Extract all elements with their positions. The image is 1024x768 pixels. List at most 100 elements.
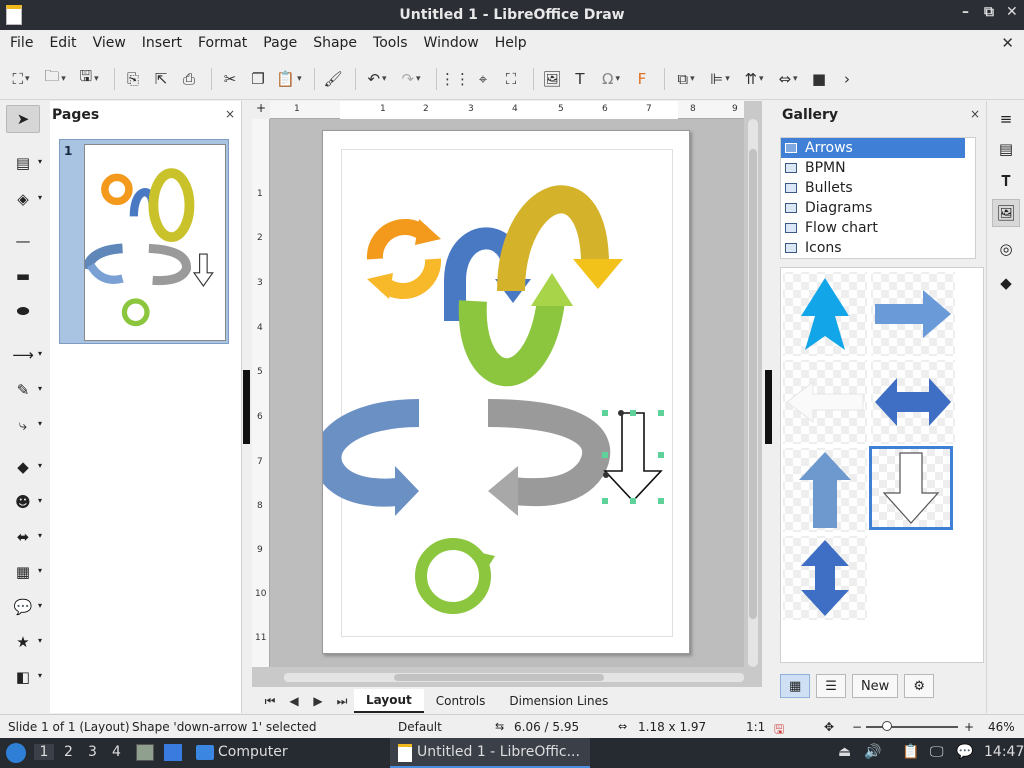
toolbar-overflow-icon[interactable]: ›	[835, 67, 859, 91]
insert-textbox-icon[interactable]: T	[568, 67, 592, 91]
menu-file[interactable]: File	[2, 35, 41, 51]
start-menu-icon[interactable]	[6, 743, 26, 763]
tab-layout[interactable]: Layout	[354, 689, 424, 713]
line-arrow-tool-icon[interactable]: ⟶ ▾	[6, 341, 42, 369]
connector-tool-icon[interactable]: ⤷ ▾	[6, 411, 42, 439]
notification-icon[interactable]: 💬	[956, 744, 973, 760]
gallery-more-button[interactable]: ⚙	[904, 674, 934, 698]
circular-arrow-green[interactable]	[415, 538, 495, 614]
gallery-item-left-arrow-white[interactable]	[783, 360, 867, 444]
undo-icon[interactable]: ↶	[362, 67, 392, 91]
fit-page-icon[interactable]: ✥	[824, 720, 834, 734]
minimize-button[interactable]: –	[962, 4, 969, 20]
menu-format[interactable]: Format	[190, 35, 255, 51]
zoom-slider-knob[interactable]	[882, 721, 893, 731]
last-tab-icon[interactable]: ⏭	[330, 694, 354, 709]
properties-icon[interactable]: ▤	[992, 135, 1020, 163]
cut-icon[interactable]: ✂	[218, 67, 242, 91]
special-character-icon[interactable]: Ω	[596, 67, 626, 91]
gallery-icon[interactable]: 🖼	[992, 199, 1020, 227]
active-window-label[interactable]: Untitled 1 - LibreOffic...	[417, 744, 580, 760]
restore-button[interactable]: ⧉	[984, 4, 994, 20]
curve-tool-icon[interactable]: ✎ ▾	[6, 376, 42, 404]
show-desktop-icon[interactable]	[164, 744, 182, 761]
page-thumbnail-preview[interactable]	[82, 144, 226, 341]
distribute-icon[interactable]: ⇔	[773, 67, 803, 91]
menu-insert[interactable]: Insert	[134, 35, 190, 51]
gallery-theme-arrows[interactable]: Arrows	[781, 138, 965, 158]
rectangle-tool-icon[interactable]: ▬	[6, 262, 40, 290]
fill-color-icon[interactable]: ◈ ▾	[6, 185, 42, 213]
line-color-icon[interactable]: ▤ ▾	[6, 149, 42, 177]
export-pdf-icon[interactable]: ⇱	[149, 67, 173, 91]
zoom-slider[interactable]	[866, 726, 958, 728]
paste-icon[interactable]: 📋	[274, 67, 304, 91]
menu-edit[interactable]: Edit	[41, 35, 84, 51]
down-arrow-selected[interactable]	[602, 410, 664, 504]
save-icon[interactable]: 🖫	[74, 67, 104, 91]
workspace-2[interactable]: 2	[64, 744, 73, 760]
zoom-percentage[interactable]: 46%	[988, 720, 1015, 734]
menu-help[interactable]: Help	[487, 35, 535, 51]
flowchart-icon[interactable]: ▦ ▾	[6, 558, 42, 586]
circular-arrows-orange[interactable]	[366, 219, 442, 299]
gallery-item-vertical-double-arrow[interactable]	[783, 536, 867, 620]
navigator-icon[interactable]: ◎	[992, 235, 1020, 263]
stars-icon[interactable]: ★ ▾	[6, 628, 42, 656]
gallery-items-grid[interactable]	[780, 267, 984, 663]
close-document-button[interactable]: ✕	[1001, 34, 1014, 52]
export-icon[interactable]: ⎘	[121, 67, 145, 91]
workspace-1[interactable]: 1	[34, 744, 54, 760]
gallery-theme-flow-chart[interactable]: Flow chart	[781, 218, 975, 238]
select-arrow-icon[interactable]: ➤	[6, 105, 40, 133]
vertical-scrollbar[interactable]	[748, 119, 758, 667]
copy-icon[interactable]: ❐	[246, 67, 270, 91]
print-icon[interactable]: ⎙	[177, 67, 201, 91]
callouts-icon[interactable]: 💬 ▾	[6, 593, 42, 621]
styles-icon[interactable]: 𝐓	[992, 167, 1020, 195]
pages-panel-close-button[interactable]: ×	[225, 107, 235, 121]
zoom-in-button[interactable]: +	[964, 720, 974, 734]
horizontal-scrollbar[interactable]	[284, 673, 744, 682]
volume-icon[interactable]: 🔊	[864, 744, 881, 760]
gallery-item-up-arrow-cyan[interactable]	[783, 272, 867, 356]
workspace-3[interactable]: 3	[88, 744, 97, 760]
sidebar-menu-icon[interactable]: ≡	[992, 105, 1020, 133]
gallery-item-right-arrow-blue[interactable]	[871, 272, 955, 356]
display-icon[interactable]: 🖵	[930, 744, 944, 760]
eject-icon[interactable]: ⏏	[838, 744, 851, 760]
gallery-theme-icons[interactable]: Icons	[781, 238, 975, 258]
gallery-item-down-arrow-outline[interactable]	[869, 446, 953, 530]
gallery-theme-bullets[interactable]: Bullets	[781, 178, 975, 198]
new-document-icon[interactable]: ⛶	[6, 67, 36, 91]
zoom-page-icon[interactable]: ⛶	[499, 67, 523, 91]
workspace-4[interactable]: 4	[112, 744, 121, 760]
helplines-icon[interactable]: ⌖	[471, 67, 495, 91]
new-theme-button[interactable]: New	[851, 674, 899, 698]
transformations-icon[interactable]: ⧉	[671, 67, 701, 91]
shapes-icon[interactable]: ◆	[992, 269, 1020, 297]
zoom-out-button[interactable]: −	[852, 720, 862, 734]
arrange-icon[interactable]: ⇈	[739, 67, 769, 91]
clipboard-icon[interactable]: 📋	[902, 744, 919, 760]
menu-window[interactable]: Window	[416, 35, 487, 51]
canvas-viewport[interactable]	[270, 119, 744, 667]
gallery-theme-diagrams[interactable]: Diagrams	[781, 198, 975, 218]
basic-shapes-icon[interactable]: ◆ ▾	[6, 453, 42, 481]
tab-controls[interactable]: Controls	[424, 689, 498, 713]
pages-panel-splitter[interactable]	[243, 370, 250, 444]
prev-tab-icon[interactable]: ◀	[282, 694, 306, 708]
gallery-theme-bpmn[interactable]: BPMN	[781, 158, 975, 178]
icon-view-button[interactable]: ▦	[780, 674, 811, 698]
close-window-button[interactable]: ✕	[1006, 4, 1018, 20]
loop-arrow-yellow-green[interactable]	[458, 185, 623, 387]
gallery-close-button[interactable]: ×	[970, 107, 980, 121]
align-objects-icon[interactable]: ⊫	[705, 67, 735, 91]
next-tab-icon[interactable]: ▶	[306, 694, 330, 708]
gallery-item-double-arrow-blue[interactable]	[871, 360, 955, 444]
first-tab-icon[interactable]: ⏮	[258, 694, 282, 709]
3d-objects-icon[interactable]: ◧ ▾	[6, 663, 42, 691]
menu-view[interactable]: View	[85, 35, 134, 51]
line-tool-icon[interactable]: —	[6, 227, 40, 255]
computer-task[interactable]: Computer	[218, 744, 288, 760]
